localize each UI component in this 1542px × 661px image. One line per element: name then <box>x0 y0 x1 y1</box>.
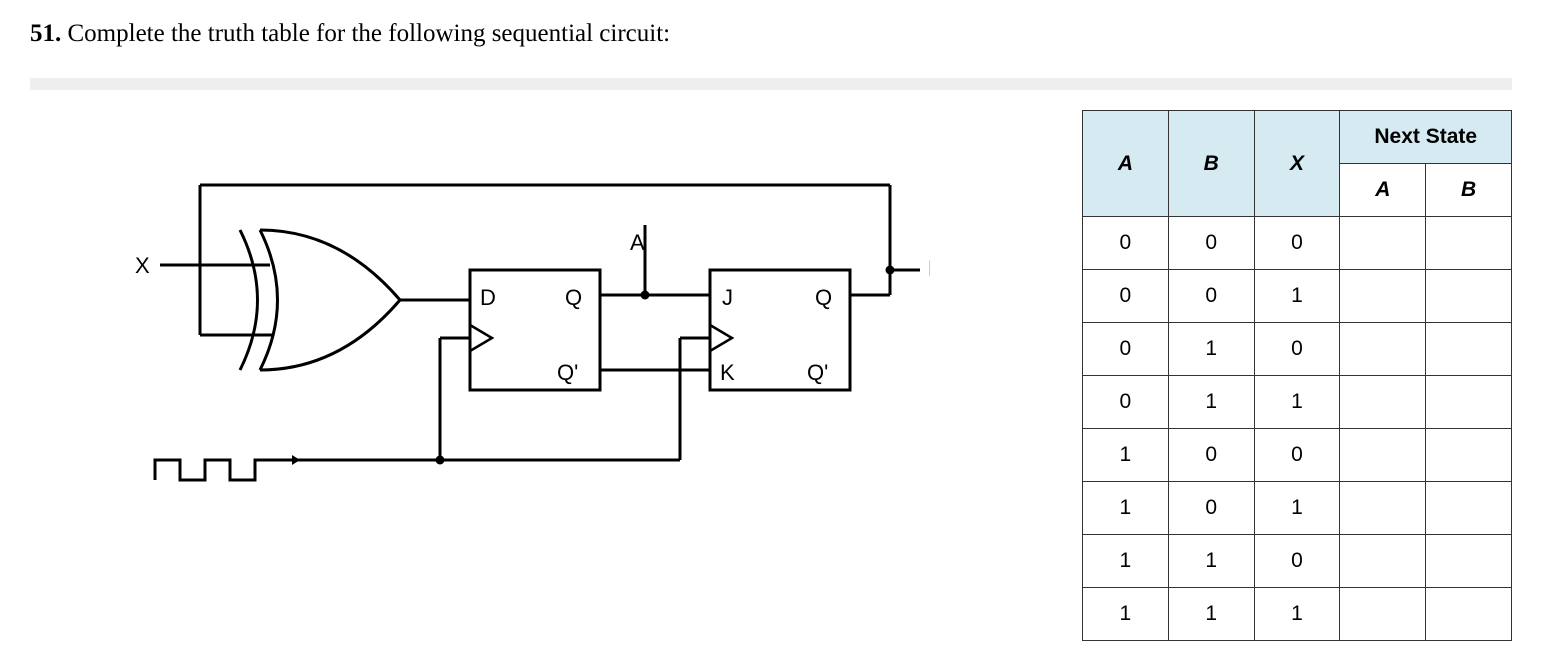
table-row: 0 1 1 <box>1083 376 1512 429</box>
table-row: 1 1 0 <box>1083 535 1512 588</box>
col-head-next-state: Next State <box>1340 111 1512 164</box>
cell-next-b <box>1426 376 1512 429</box>
truth-table-area: A B X Next State A B 0 0 0 <box>1082 110 1512 641</box>
cell-b: 0 <box>1168 217 1254 270</box>
cell-next-a <box>1340 376 1426 429</box>
question-body: Complete the truth table for the followi… <box>68 20 671 47</box>
cell-x: 1 <box>1254 376 1340 429</box>
col-head-next-b: B <box>1426 164 1512 217</box>
cell-next-b <box>1426 429 1512 482</box>
truth-table: A B X Next State A B 0 0 0 <box>1082 110 1512 641</box>
jkff-q-label: Q <box>815 285 832 310</box>
table-row: 0 0 1 <box>1083 270 1512 323</box>
cell-a: 0 <box>1083 270 1169 323</box>
cell-x: 1 <box>1254 482 1340 535</box>
col-head-next-a: A <box>1340 164 1426 217</box>
cell-next-a <box>1340 323 1426 376</box>
cell-a: 0 <box>1083 323 1169 376</box>
dff-q-label: Q <box>565 285 582 310</box>
truth-table-body: 0 0 0 0 0 1 0 1 0 <box>1083 217 1512 641</box>
cell-a: 1 <box>1083 482 1169 535</box>
cell-next-a <box>1340 588 1426 641</box>
table-row: 1 0 0 <box>1083 429 1512 482</box>
cell-x: 0 <box>1254 535 1340 588</box>
xor-gate-icon <box>240 230 400 370</box>
cell-next-b <box>1426 323 1512 376</box>
cell-next-b <box>1426 217 1512 270</box>
jkff-k-label: K <box>720 360 735 385</box>
cell-next-a <box>1340 217 1426 270</box>
circuit-diagram: X D Q Q' A <box>30 110 1042 516</box>
cell-next-b <box>1426 270 1512 323</box>
cell-x: 0 <box>1254 429 1340 482</box>
cell-b: 0 <box>1168 429 1254 482</box>
clock-waveform-icon <box>155 460 275 480</box>
cell-x: 0 <box>1254 217 1340 270</box>
jkff-qn-label: Q' <box>807 360 828 385</box>
jkff-j-label: J <box>722 285 733 310</box>
cell-b: 1 <box>1168 588 1254 641</box>
dff-clock-icon <box>470 325 492 351</box>
cell-b: 1 <box>1168 535 1254 588</box>
cell-b: 0 <box>1168 482 1254 535</box>
table-row: 0 0 0 <box>1083 217 1512 270</box>
cell-next-b <box>1426 482 1512 535</box>
dff-d-label: D <box>480 285 496 310</box>
content-row: X D Q Q' A <box>30 78 1512 641</box>
cell-x: 1 <box>1254 270 1340 323</box>
output-b-label: B <box>928 256 930 281</box>
table-row: 0 1 0 <box>1083 323 1512 376</box>
cell-a: 1 <box>1083 535 1169 588</box>
dff-qn-label: Q' <box>557 360 578 385</box>
cell-a: 0 <box>1083 376 1169 429</box>
cell-a: 1 <box>1083 429 1169 482</box>
circuit-svg: X D Q Q' A <box>100 170 930 510</box>
cell-a: 0 <box>1083 217 1169 270</box>
cell-b: 1 <box>1168 323 1254 376</box>
col-head-a: A <box>1083 111 1169 217</box>
table-row: 1 1 1 <box>1083 588 1512 641</box>
clock-arrowhead-icon <box>292 455 300 465</box>
cell-x: 0 <box>1254 323 1340 376</box>
col-head-b: B <box>1168 111 1254 217</box>
cell-b: 0 <box>1168 270 1254 323</box>
input-x-label: X <box>135 253 150 278</box>
cell-next-a <box>1340 535 1426 588</box>
cell-a: 1 <box>1083 588 1169 641</box>
cell-next-b <box>1426 535 1512 588</box>
jkff-clock-icon <box>710 325 732 351</box>
table-row: 1 0 1 <box>1083 482 1512 535</box>
cell-x: 1 <box>1254 588 1340 641</box>
question-text: 51. Complete the truth table for the fol… <box>30 20 1512 48</box>
cell-next-a <box>1340 270 1426 323</box>
node-b <box>886 266 895 275</box>
cell-next-a <box>1340 429 1426 482</box>
cell-b: 1 <box>1168 376 1254 429</box>
output-a-label: A <box>630 230 645 255</box>
question-number: 51. <box>30 20 61 47</box>
cell-next-a <box>1340 482 1426 535</box>
col-head-x: X <box>1254 111 1340 217</box>
cell-next-b <box>1426 588 1512 641</box>
